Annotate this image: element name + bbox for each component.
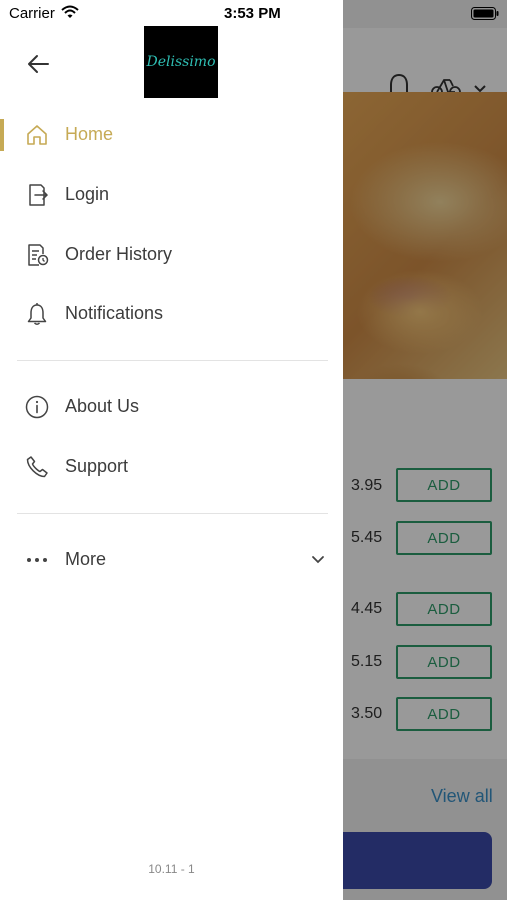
menu-divider — [17, 360, 328, 361]
arrow-left-icon — [28, 55, 49, 73]
order-history-icon — [28, 244, 49, 266]
menu-item-label: Support — [65, 456, 129, 476]
bell-icon — [27, 303, 47, 325]
active-indicator — [0, 119, 4, 151]
menu-item-label: Login — [65, 184, 110, 204]
menu-item-home[interactable]: Home — [0, 113, 343, 157]
menu-item-label: More — [65, 549, 107, 569]
login-icon — [29, 184, 49, 206]
chevron-down-icon[interactable] — [309, 550, 327, 568]
menu-item-label: Home — [65, 124, 114, 144]
menu-item-login[interactable]: Login — [0, 173, 343, 217]
clock: 3:53 PM — [224, 5, 281, 22]
menu-item-support[interactable]: Support — [0, 445, 343, 489]
menu-item-label: About Us — [65, 396, 140, 416]
carrier-label: Carrier — [9, 5, 55, 22]
navigation-drawer: Delissimo Home Login Order History Notif… — [0, 0, 343, 900]
app-version: 10.11 - 1 — [148, 862, 195, 876]
more-dots-icon — [27, 558, 47, 562]
menu-item-more[interactable]: More — [0, 538, 343, 582]
menu-item-label: Notifications — [65, 303, 164, 323]
wifi-icon — [61, 5, 79, 18]
menu-item-about-us[interactable]: About Us — [0, 385, 343, 429]
battery-icon — [471, 7, 499, 20]
menu-item-notifications[interactable]: Notifications — [0, 292, 343, 336]
status-bar: Carrier 3:53 PM — [0, 0, 507, 28]
info-icon — [25, 395, 49, 419]
menu-divider — [17, 513, 328, 514]
brand-logo: Delissimo — [144, 26, 218, 98]
logo-text: Delissimo — [146, 54, 216, 70]
phone-icon — [26, 456, 48, 478]
home-icon — [27, 125, 47, 145]
menu-item-label: Order History — [65, 244, 173, 264]
back-button[interactable] — [24, 50, 52, 78]
menu-item-order-history[interactable]: Order History — [0, 233, 343, 277]
